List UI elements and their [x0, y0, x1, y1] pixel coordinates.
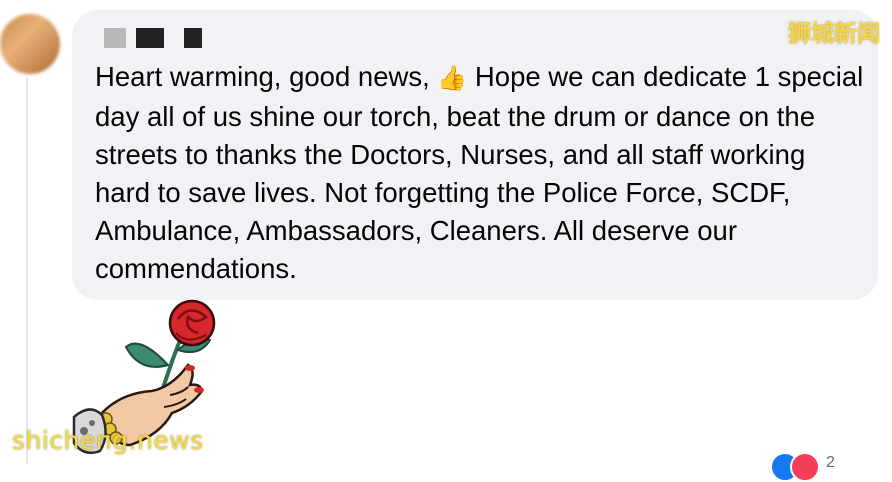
- redacted-name-block: [184, 28, 202, 48]
- reaction-count: 2: [826, 454, 835, 471]
- comment-text-part: Hope we can dedicate 1 special day all o…: [95, 61, 864, 284]
- commenter-avatar[interactable]: [0, 14, 60, 74]
- commenter-name[interactable]: [104, 24, 202, 52]
- watermark-bottom: shicheng.news: [12, 426, 204, 455]
- watermark-top: 狮城新闻: [788, 21, 880, 47]
- thread-line: [26, 78, 28, 464]
- thumbs-up-emoji: 👍: [437, 65, 468, 92]
- redacted-name-block: [104, 28, 126, 48]
- redacted-name-block: [136, 28, 164, 48]
- comment-text: Heart warming, good news, 👍 Hope we can …: [95, 58, 865, 288]
- love-icon: [790, 452, 820, 482]
- comment-text-part: Heart warming, good news,: [95, 61, 438, 92]
